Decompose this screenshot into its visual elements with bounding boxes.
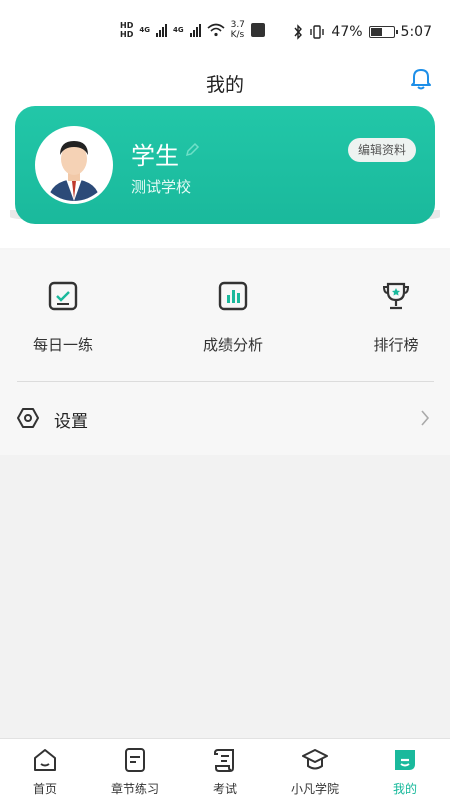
app-notification-icon bbox=[250, 23, 265, 37]
tab-label: 小凡学院 bbox=[290, 782, 339, 796]
tab-label: 考试 bbox=[212, 782, 237, 796]
net-speed-unit: K/s bbox=[230, 30, 245, 40]
status-right: 47% 5:07 bbox=[293, 24, 432, 40]
trophy-icon bbox=[382, 282, 410, 310]
page-title: 我的 bbox=[205, 74, 244, 96]
net-label-2: 4G bbox=[172, 26, 184, 34]
feature-daily-practice[interactable]: 每日一练 bbox=[3, 280, 123, 355]
avatar-portrait-icon bbox=[38, 129, 110, 201]
feature-label: 每日一练 bbox=[32, 336, 93, 354]
edit-profile-button[interactable]: 编辑资料 bbox=[348, 138, 416, 162]
bar-chart-icon bbox=[218, 281, 248, 311]
tab-chapter-practice[interactable]: 章节练习 bbox=[90, 739, 180, 800]
home-icon bbox=[34, 749, 56, 771]
feature-label: 排行榜 bbox=[373, 336, 419, 354]
avatar[interactable] bbox=[35, 126, 113, 204]
document-icon bbox=[125, 748, 145, 772]
tab-label: 我的 bbox=[392, 782, 417, 796]
school-name: 测试学校 bbox=[131, 178, 192, 196]
bluetooth-icon bbox=[294, 24, 303, 40]
tab-exam[interactable]: 考试 bbox=[180, 739, 270, 800]
feature-score-analysis[interactable]: 成绩分析 bbox=[173, 280, 293, 355]
net-speed: 3.7 K/s bbox=[231, 20, 245, 40]
daily-check-icon bbox=[48, 281, 78, 311]
hd-indicator: HD HD bbox=[120, 21, 133, 39]
chevron-right-icon bbox=[421, 410, 430, 426]
signal-icon-2 bbox=[189, 23, 201, 37]
graduation-cap-icon bbox=[302, 749, 328, 770]
tab-mine[interactable]: 我的 bbox=[360, 739, 450, 800]
notification-bell-icon[interactable] bbox=[410, 66, 432, 90]
vibrate-icon bbox=[310, 25, 325, 39]
tab-label: 首页 bbox=[32, 782, 57, 796]
hd-label-2: HD bbox=[120, 30, 134, 39]
net-label-1: 4G bbox=[139, 26, 150, 34]
edit-pencil-icon[interactable] bbox=[184, 142, 200, 158]
page-header: 我的 bbox=[0, 48, 450, 104]
battery-icon bbox=[368, 26, 398, 38]
bottom-tab-bar: 首页 章节练习 考试 小凡学院 我的 bbox=[0, 738, 450, 800]
signal-icon-1 bbox=[155, 23, 167, 37]
features-panel: 每日一练 成绩分析 排行榜 设置 bbox=[0, 250, 450, 455]
hd-label-1: HD bbox=[120, 21, 134, 30]
settings-row[interactable]: 设置 bbox=[0, 383, 450, 453]
status-left: HD HD 4G 4G 3.7 K/s bbox=[120, 20, 265, 40]
tab-label: 章节练习 bbox=[110, 782, 159, 796]
hexagon-settings-icon bbox=[17, 408, 39, 428]
tab-home[interactable]: 首页 bbox=[0, 739, 90, 800]
scroll-icon bbox=[214, 749, 234, 772]
battery-percent: 47% bbox=[331, 24, 363, 40]
wifi-icon bbox=[207, 23, 225, 37]
username: 学生 bbox=[131, 142, 179, 170]
profile-icon bbox=[395, 750, 415, 770]
content-area bbox=[0, 455, 450, 738]
section-divider bbox=[17, 381, 434, 382]
feature-leaderboard[interactable]: 排行榜 bbox=[336, 280, 450, 355]
clock: 5:07 bbox=[400, 24, 432, 40]
net-speed-value: 3.7 bbox=[230, 20, 245, 30]
settings-label: 设置 bbox=[54, 412, 88, 432]
feature-label: 成绩分析 bbox=[202, 336, 263, 354]
tab-academy[interactable]: 小凡学院 bbox=[270, 739, 360, 800]
